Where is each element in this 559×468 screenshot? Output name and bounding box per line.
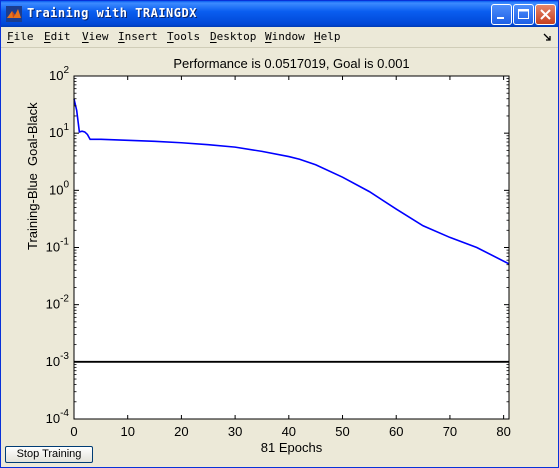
x-tick-label: 50	[335, 424, 349, 439]
x-tick-label: 30	[228, 424, 242, 439]
stop-training-button[interactable]: Stop Training	[5, 446, 93, 463]
x-tick-label: 40	[282, 424, 296, 439]
plot-area	[74, 76, 509, 419]
x-tick-label: 0	[70, 424, 77, 439]
y-tick-label: 102	[49, 65, 69, 83]
y-tick-label: 10-3	[46, 351, 70, 369]
x-tick-label: 80	[496, 424, 510, 439]
y-tick-label: 10-4	[46, 408, 70, 426]
y-tick-label: 10-1	[46, 237, 70, 255]
x-tick-label: 70	[443, 424, 457, 439]
y-tick-label: 100	[49, 179, 69, 197]
y-tick-label: 10-2	[46, 294, 70, 312]
performance-plot: 0 10 20 30 40 50 60 70 80 102 101 100 10-1 10-2 10-3 10…	[46, 65, 511, 439]
x-tick-label: 60	[389, 424, 403, 439]
y-tick-label: 101	[49, 122, 69, 140]
x-tick-label: 10	[120, 424, 134, 439]
x-tick-label: 20	[174, 424, 188, 439]
